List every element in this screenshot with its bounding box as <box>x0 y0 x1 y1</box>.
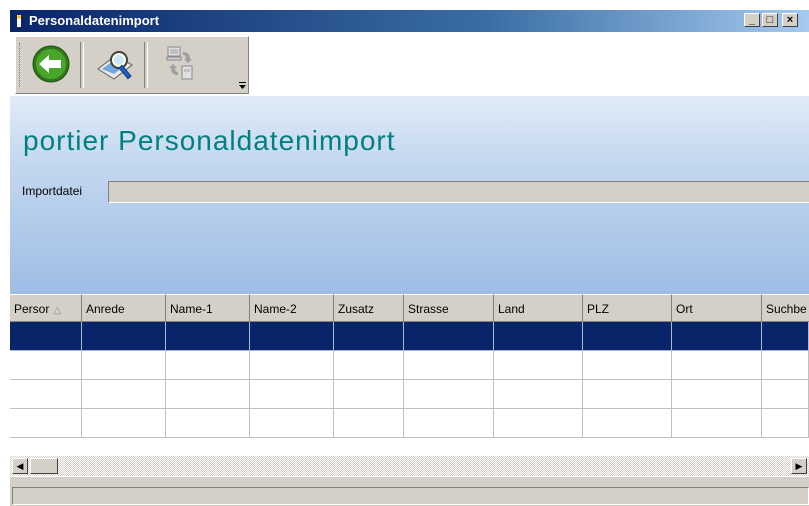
table-cell[interactable] <box>82 409 166 438</box>
table-cell[interactable] <box>404 409 494 438</box>
table-cell[interactable] <box>82 322 166 351</box>
page-title: portier Personaldatenimport <box>23 125 396 156</box>
column-header-name-2[interactable]: Name-2 <box>250 294 334 322</box>
table-cell[interactable] <box>583 322 672 351</box>
table-cell[interactable] <box>583 409 672 438</box>
maximize-button[interactable]: □ <box>762 13 778 27</box>
table-cell[interactable] <box>10 351 82 380</box>
column-header-name-1[interactable]: Name-1 <box>166 294 250 322</box>
table-cell[interactable] <box>672 380 762 409</box>
app-window: Personaldatenimport _ □ × portier Person… <box>10 10 809 506</box>
table-row[interactable] <box>10 380 809 409</box>
table-row[interactable] <box>10 322 809 351</box>
column-header-land[interactable]: Land <box>494 294 583 322</box>
status-bar <box>10 476 809 506</box>
table-cell[interactable] <box>250 351 334 380</box>
toolbar-grip[interactable] <box>19 43 23 87</box>
app-icon <box>17 15 21 27</box>
status-panel <box>12 487 809 505</box>
table-cell[interactable] <box>10 322 82 351</box>
arrow-left-icon: ◀ <box>16 461 24 471</box>
table-cell[interactable] <box>762 351 809 380</box>
table-cell[interactable] <box>404 322 494 351</box>
import-file-field[interactable] <box>108 181 809 203</box>
table-cell[interactable] <box>334 351 404 380</box>
table-cell[interactable] <box>494 380 583 409</box>
scroll-thumb[interactable] <box>30 458 58 474</box>
table-cell[interactable] <box>404 351 494 380</box>
column-header-anrede[interactable]: Anrede <box>82 294 166 322</box>
import-file-label: Importdatei <box>22 184 83 198</box>
table-row[interactable] <box>10 351 809 380</box>
table-cell[interactable] <box>166 322 250 351</box>
transfer-button[interactable] <box>156 41 202 87</box>
table-cell[interactable] <box>494 409 583 438</box>
column-header-label: Name-1 <box>170 302 213 316</box>
column-header-label: PLZ <box>587 302 610 316</box>
table-cell[interactable] <box>334 322 404 351</box>
preview-button[interactable] <box>92 41 138 87</box>
table-cell[interactable] <box>404 380 494 409</box>
column-header-label: Persor <box>14 302 50 316</box>
magnifier-document-icon <box>97 51 133 80</box>
column-header-label: Ort <box>676 302 693 316</box>
table-cell[interactable] <box>82 351 166 380</box>
table-cell[interactable] <box>672 351 762 380</box>
toolbar-separator <box>80 42 84 88</box>
back-button[interactable] <box>28 41 74 87</box>
table-cell[interactable] <box>166 380 250 409</box>
horizontal-scrollbar[interactable]: ◀ ▶ <box>10 456 809 476</box>
column-header-label: Land <box>498 302 525 316</box>
title-bar[interactable]: Personaldatenimport _ □ × <box>10 10 809 32</box>
table-cell[interactable] <box>166 351 250 380</box>
minimize-icon: _ <box>748 14 756 26</box>
table-cell[interactable] <box>672 322 762 351</box>
column-header-label: Anrede <box>86 302 125 316</box>
column-header-label: Suchbe <box>766 302 807 316</box>
table-cell[interactable] <box>494 351 583 380</box>
back-arrow-icon <box>32 45 70 83</box>
toolbar-overflow-icon[interactable] <box>238 81 247 90</box>
sort-ascending-icon: △ <box>53 305 62 316</box>
maximize-icon: □ <box>766 14 774 26</box>
minimize-button[interactable]: _ <box>744 13 760 27</box>
column-header-strasse[interactable]: Strasse <box>404 294 494 322</box>
toolbar <box>15 36 249 94</box>
table-cell[interactable] <box>250 380 334 409</box>
table-cell[interactable] <box>82 380 166 409</box>
column-header-label: Name-2 <box>254 302 297 316</box>
table-cell[interactable] <box>494 322 583 351</box>
table-cell[interactable] <box>250 322 334 351</box>
table-cell[interactable] <box>250 409 334 438</box>
table-cell[interactable] <box>672 409 762 438</box>
table-cell[interactable] <box>334 409 404 438</box>
window-title: Personaldatenimport <box>29 13 160 28</box>
column-header-suchbegriff[interactable]: Suchbe <box>762 294 809 322</box>
computer-transfer-icon <box>166 46 193 80</box>
close-button[interactable]: × <box>782 13 798 27</box>
table-cell[interactable] <box>10 409 82 438</box>
close-icon: × <box>786 14 794 26</box>
arrow-right-icon: ▶ <box>795 461 803 471</box>
column-header-ort[interactable]: Ort <box>672 294 762 322</box>
scroll-left-button[interactable]: ◀ <box>12 458 28 474</box>
scroll-right-button[interactable]: ▶ <box>791 458 807 474</box>
table-cell[interactable] <box>583 351 672 380</box>
table-row[interactable] <box>10 409 809 438</box>
data-grid: Persor △ Anrede Name-1 Name-2 Zusatz Stra… <box>10 294 809 476</box>
column-header-zusatz[interactable]: Zusatz <box>334 294 404 322</box>
table-cell[interactable] <box>10 380 82 409</box>
table-cell[interactable] <box>762 380 809 409</box>
table-cell[interactable] <box>762 409 809 438</box>
column-header-label: Strasse <box>408 302 449 316</box>
column-header-label: Zusatz <box>338 302 375 316</box>
table-cell[interactable] <box>334 380 404 409</box>
column-header-persor[interactable]: Persor △ <box>10 294 82 322</box>
header-panel: portier Personaldatenimport Importdatei <box>10 96 809 294</box>
table-cell[interactable] <box>762 322 809 351</box>
table-cell[interactable] <box>583 380 672 409</box>
toolbar-separator <box>144 42 148 88</box>
table-cell[interactable] <box>166 409 250 438</box>
column-header-plz[interactable]: PLZ <box>583 294 672 322</box>
